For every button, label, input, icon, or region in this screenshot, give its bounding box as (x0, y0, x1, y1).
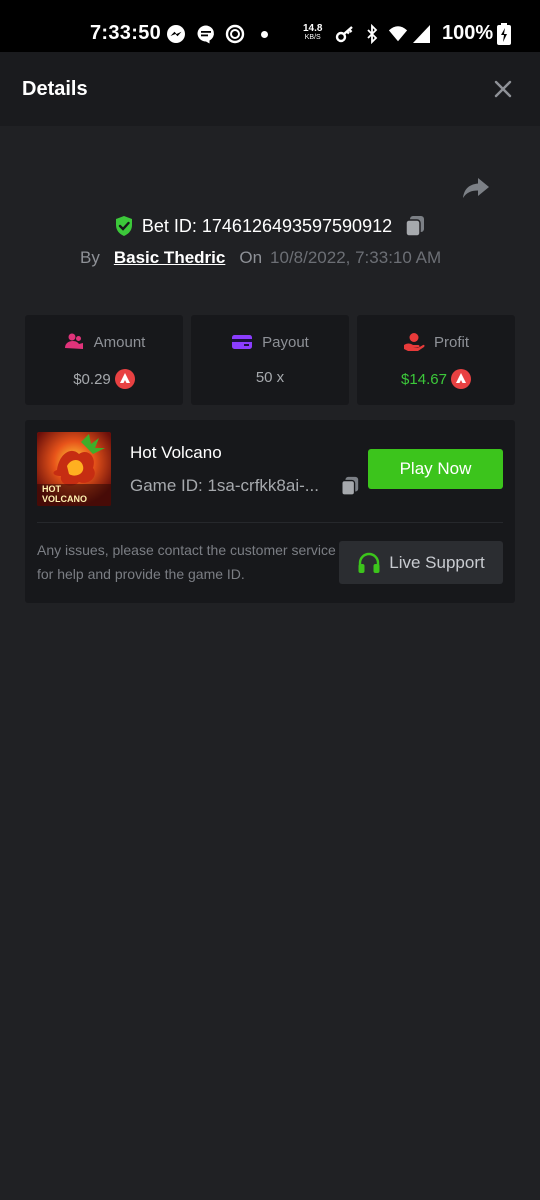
avalanche-coin-icon (450, 369, 471, 389)
key-icon (335, 24, 355, 44)
net-speed: 14.8 KB/S (303, 23, 323, 42)
avalanche-coin-icon (114, 369, 135, 389)
copy-icon[interactable] (404, 215, 426, 237)
amount-card: Amount $0.29 (25, 315, 183, 405)
messenger-icon (166, 24, 186, 44)
battery-icon (494, 23, 514, 45)
headset-icon (358, 552, 380, 573)
live-support-button[interactable]: Live Support (339, 541, 503, 584)
game-card: HOT VOLCANO Hot Volcano Game ID: 1sa-crf… (25, 420, 515, 603)
game-title[interactable]: Hot Volcano (130, 443, 222, 463)
profit-card: Profit $14.67 (357, 315, 515, 405)
notification-dot (261, 31, 268, 38)
share-icon[interactable] (462, 176, 490, 200)
amount-value: $0.29 (73, 370, 111, 388)
payout-card: Payout 50 x (191, 315, 349, 405)
profit-value: $14.67 (401, 370, 447, 388)
status-bar: 7:33:50 14.8 KB/S 100% (0, 0, 540, 52)
by-label: By (80, 248, 100, 267)
status-time: 7:33:50 (90, 22, 162, 44)
signal-icon (412, 24, 432, 44)
game-thumbnail[interactable]: HOT VOLCANO (37, 432, 111, 506)
game-id: Game ID: 1sa-crfkk8ai-... (130, 476, 319, 495)
thumb-text-hot: HOT (42, 484, 62, 494)
on-label: On (239, 248, 263, 267)
coins-icon (64, 333, 83, 349)
details-header: Details (0, 52, 540, 126)
battery-percent: 100% (442, 22, 494, 44)
page-title: Details (22, 78, 88, 100)
bet-meta-row: By Basic Thedric On 10/8/2022, 7:33:10 A… (80, 246, 441, 270)
user-link[interactable]: Basic Thedric (114, 248, 226, 268)
shield-check-icon (115, 216, 132, 236)
thumb-text-volcano: VOLCANO (42, 494, 87, 504)
bet-id: Bet ID: 1746126493597590912 (141, 215, 393, 236)
game-id-row: Game ID: 1sa-crfkk8ai-... (130, 475, 360, 497)
bet-date: 10/8/2022, 7:33:10 AM (270, 248, 442, 267)
payout-value: 50 x (255, 369, 285, 386)
close-icon[interactable] (492, 78, 514, 100)
chat-icon (196, 24, 216, 44)
payout-label: Payout (262, 333, 309, 351)
divider (37, 522, 503, 523)
copy-icon[interactable] (340, 475, 360, 497)
bet-id-row: Bet ID: 1746126493597590912 (0, 212, 540, 240)
wifi-icon (388, 24, 408, 44)
support-notice: Any issues, please contact the customer … (37, 542, 336, 582)
live-support-label: Live Support (389, 552, 485, 572)
sync-icon (225, 24, 245, 44)
profit-label: Profit (433, 333, 469, 351)
card-icon (232, 335, 253, 349)
amount-label: Amount (93, 333, 146, 351)
play-now-button[interactable]: Play Now (368, 449, 503, 489)
bluetooth-icon (362, 24, 382, 44)
hand-coin-icon (403, 333, 425, 351)
